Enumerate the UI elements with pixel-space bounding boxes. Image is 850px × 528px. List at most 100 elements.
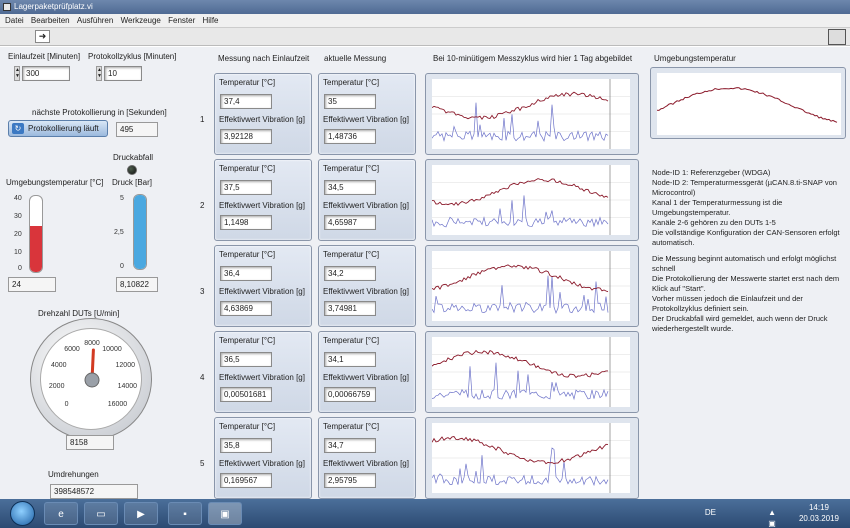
einlaufzeit-input[interactable]: 300 — [22, 66, 70, 81]
vibration-label: Effektivwert Vibration [g] — [323, 287, 409, 296]
gauge-needle — [84, 348, 100, 388]
druck-tick: 2,5 — [114, 229, 124, 236]
dut-plot — [432, 79, 630, 149]
drehzahl-label: Drehzahl DUTs [U/min] — [38, 309, 120, 318]
temperatur-value: 36,5 — [220, 352, 272, 367]
tray-icons: ▲ ▣ ◐ ♪ — [768, 508, 778, 528]
aktuell-card: Temperatur [°C] 34,2 Effektivwert Vibratio… — [318, 245, 416, 327]
temperatur-value: 34,7 — [324, 438, 376, 453]
vibration-value: 0,00066759 — [324, 387, 376, 402]
start-button-icon[interactable] — [10, 501, 35, 526]
vibration-label: Effektivwert Vibration [g] — [323, 373, 409, 382]
vibration-label: Effektivwert Vibration [g] — [323, 201, 409, 210]
umgebungstemperatur-label: Umgebungstemperatur [°C] — [6, 178, 104, 187]
protokollierung-button-label: Protokollierung läuft — [28, 124, 99, 133]
naechste-protokollierung-label: nächste Protokollierung in [Sekunden] — [32, 108, 167, 117]
vibration-label: Effektivwert Vibration [g] — [219, 373, 305, 382]
system-tray: DE ▲ ▣ ◐ ♪ 14:19 20.03.2019 — [705, 502, 844, 528]
folder-icon[interactable]: ▭ — [84, 502, 118, 525]
taskbar: e ▭ ▶ ▪ ▣ DE ▲ ▣ ◐ ♪ 14:19 20.03.2019 — [0, 499, 850, 528]
run-arrow-icon[interactable]: ➜ — [35, 30, 50, 43]
temperatur-label: Temperatur [°C] — [323, 164, 380, 173]
note-line: Die Protokollierung der Messwerte starte… — [652, 274, 840, 293]
clock-date: 20.03.2019 — [798, 514, 840, 523]
menu-bearbeiten[interactable]: Bearbeiten — [31, 14, 70, 28]
thermo-tick: 10 — [14, 249, 22, 256]
menu-werkzeuge[interactable]: Werkzeuge — [121, 14, 161, 28]
protokollzyklus-input[interactable]: 10 — [104, 66, 142, 81]
note-line: Die Messung beginnt automatisch und erfo… — [652, 254, 837, 273]
temperatur-label: Temperatur [°C] — [323, 422, 380, 431]
druck-bar-fill — [134, 195, 146, 269]
protokollierung-button[interactable]: ↻ Protokollierung läuft — [8, 120, 108, 137]
note-line: Die vollständige Konfiguration der CAN-S… — [652, 228, 840, 247]
umgebungstemperatur-thermometer — [29, 195, 43, 273]
vibration-label: Effektivwert Vibration [g] — [323, 115, 409, 124]
drehzahl-gauge: 0 2000 4000 6000 8000 10000 12000 14000 16000 — [40, 328, 142, 430]
browser-icon[interactable]: e — [44, 502, 78, 525]
vibration-value: 1,48736 — [324, 129, 376, 144]
temperatur-label: Temperatur [°C] — [219, 336, 276, 345]
einlauf-card: Temperatur [°C] 36,4 Effektivwert Vibratio… — [214, 245, 312, 327]
umdrehungen-label: Umdrehungen — [48, 470, 99, 479]
temperatur-value: 37,5 — [220, 180, 272, 195]
vibration-value: 3,74981 — [324, 301, 376, 316]
druckabfall-label: Druckabfall — [113, 153, 154, 162]
note-line: Der Druckabfall wird gemeldet, auch wenn… — [652, 314, 828, 333]
vibration-value: 2,95795 — [324, 473, 376, 488]
thermo-tick: 20 — [14, 231, 22, 238]
row-number: 3 — [200, 287, 205, 296]
temperatur-label: Temperatur [°C] — [219, 422, 276, 431]
vibration-label: Effektivwert Vibration [g] — [219, 287, 305, 296]
window-title: Lagerpaketprüfplatz.vi — [14, 2, 93, 11]
aktuell-card: Temperatur [°C] 34,1 Effektivwert Vibratio… — [318, 331, 416, 413]
clock-time: 14:19 — [808, 503, 830, 512]
menu-fenster[interactable]: Fenster — [168, 14, 195, 28]
protokollzyklus-spinner[interactable]: ▲ ▼ — [96, 66, 102, 81]
header-chart: Bei 10-minütigem Messzyklus wird hier 1 … — [433, 54, 633, 63]
thermo-tick: 0 — [18, 265, 22, 272]
labview-taskbar-icon[interactable]: ▣ — [208, 502, 242, 525]
media-player-icon[interactable]: ▶ — [124, 502, 158, 525]
menu-datei[interactable]: Datei — [5, 14, 24, 28]
umdrehungen-value: 398548572 — [50, 484, 138, 499]
temperatur-value: 36,4 — [220, 266, 272, 281]
refresh-icon: ↻ — [12, 123, 24, 134]
temperatur-value: 35,8 — [220, 438, 272, 453]
app-window-icon[interactable]: ▪ — [168, 502, 202, 525]
thermo-tick: 40 — [14, 195, 22, 202]
dut-plot — [432, 423, 630, 493]
dut-chart — [425, 73, 639, 155]
menu-hilfe[interactable]: Hilfe — [202, 14, 218, 28]
druck-label: Druck [Bar] — [112, 178, 153, 187]
language-indicator[interactable]: DE — [705, 507, 716, 518]
vibration-value: 4,65987 — [324, 215, 376, 230]
einlaufzeit-spinner[interactable]: ▲ ▼ — [14, 66, 20, 81]
temperatur-value: 34,5 — [324, 180, 376, 195]
row-number: 5 — [200, 459, 205, 468]
umgebungstemperatur-chart — [650, 67, 846, 139]
drehzahl-value: 8158 — [66, 435, 114, 450]
einlauf-card: Temperatur [°C] 37,5 Effektivwert Vibratio… — [214, 159, 312, 241]
dut-chart — [425, 331, 639, 413]
front-panel: Einlaufzeit [Minuten] ▲ ▼ 300 Protokollzy… — [0, 47, 850, 499]
temperatur-label: Temperatur [°C] — [323, 336, 380, 345]
thermometer-fill — [30, 226, 42, 272]
vibration-label: Effektivwert Vibration [g] — [323, 459, 409, 468]
menu-ausfuehren[interactable]: Ausführen — [77, 14, 113, 28]
vibration-value: 0,00501681 — [220, 387, 272, 402]
druck-tick: 0 — [120, 263, 124, 270]
umgebungstemperatur-value: 24 — [8, 277, 56, 292]
temperatur-label: Temperatur [°C] — [219, 250, 276, 259]
app-icon — [3, 3, 11, 11]
header-aktuell: aktuelle Messung — [324, 54, 387, 63]
druck-tick: 5 — [120, 195, 124, 202]
temperatur-label: Temperatur [°C] — [219, 78, 276, 87]
aktuell-card: Temperatur [°C] 35 Effektivwert Vibration … — [318, 73, 416, 155]
naechste-protokollierung-value: 495 — [116, 122, 158, 137]
menu-bar: Datei Bearbeiten Ausführen Werkzeuge Fen… — [0, 14, 850, 28]
einlauf-card: Temperatur [°C] 37,4 Effektivwert Vibratio… — [214, 73, 312, 155]
dut-plot — [432, 337, 630, 407]
clock[interactable]: 14:19 20.03.2019 — [794, 502, 844, 524]
vi-icon — [828, 29, 846, 45]
